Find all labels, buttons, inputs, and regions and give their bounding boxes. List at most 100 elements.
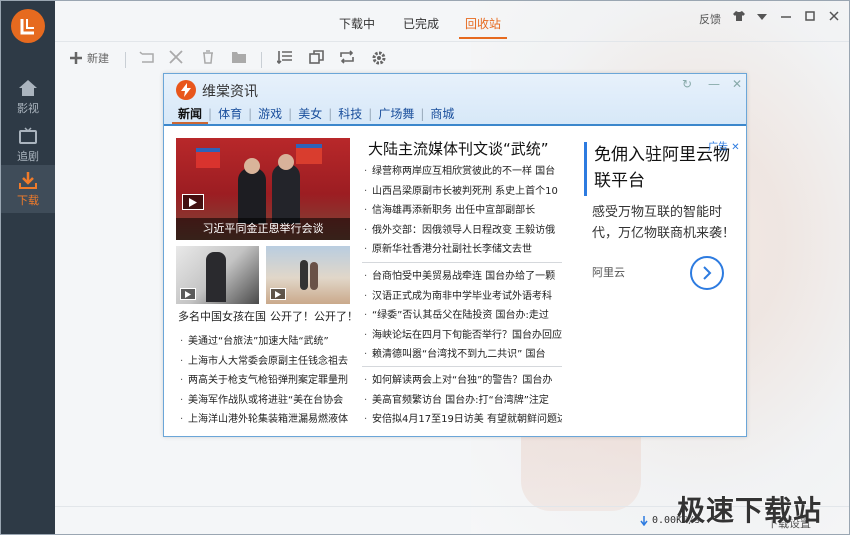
person-silhouette	[206, 252, 226, 302]
minimize-icon[interactable]	[781, 11, 791, 24]
new-task-label: 新建	[87, 52, 109, 65]
list-sort-icon	[277, 51, 292, 64]
maximize-icon[interactable]	[805, 11, 815, 24]
x-icon	[169, 50, 183, 64]
list-item[interactable]: 美通过“台旅法”加速大陆“武统”	[178, 332, 358, 352]
refresh-button[interactable]	[339, 50, 355, 64]
arrow-down-icon	[640, 515, 648, 526]
list-item[interactable]: 上海市人大常委会原副主任钱念祖去	[178, 352, 358, 372]
menu-dropdown-icon[interactable]	[757, 11, 767, 24]
list-item[interactable]: 山西吕梁原副市长被判死刑 系史上首个10	[362, 182, 562, 202]
ad-block[interactable]: 免佣入驻阿里云物联平台 广告 ✕ 感受万物互联的智能时代，万亿物联商机来袭！ 阿…	[584, 142, 744, 362]
home-icon	[19, 79, 37, 96]
popup-nav: 新闻 | 体育 | 游戏 | 美女 | 科技 | 广场舞 | 商城	[172, 106, 460, 124]
nav-games[interactable]: 游戏	[252, 106, 288, 124]
nav-square-dance[interactable]: 广场舞	[372, 106, 420, 124]
toolbar: 新建	[55, 41, 849, 77]
thumbnail-caption[interactable]: 多名中国女孩在国	[178, 308, 266, 324]
news-list-right-1: 绿营称两岸应互相欣赏彼此的不一样 国台 山西吕梁原副市长被判死刑 系史上首个10…	[362, 162, 562, 260]
sidebar-item-download[interactable]: 下载	[1, 165, 55, 213]
ad-accent-bar	[584, 142, 587, 196]
ad-close-icon[interactable]: ✕	[731, 142, 739, 153]
copy-button[interactable]	[309, 50, 325, 64]
nav-beauty[interactable]: 美女	[292, 106, 328, 124]
sidebar-item-label: 追剧	[17, 149, 39, 163]
popup-header: 维棠资讯 ↻ — ✕ 新闻 | 体育 | 游戏 | 美女 | 科技 | 广场舞 …	[164, 74, 746, 126]
person-silhouette	[310, 262, 318, 290]
list-item[interactable]: 绿营称两岸应互相欣赏彼此的不一样 国台	[362, 162, 562, 182]
list-item[interactable]: 安倍拟4月17至19日访美 有望就朝鲜问题达	[362, 410, 562, 430]
headline[interactable]: 大陆主流媒体刊文谈“武统”	[368, 138, 549, 159]
list-item[interactable]: 俄外交部：因俄领导人日程改变 王毅访俄	[362, 221, 562, 241]
gear-icon	[372, 51, 386, 65]
nav-mall[interactable]: 商城	[424, 106, 460, 124]
chevron-right-icon[interactable]	[690, 256, 724, 290]
new-task-button[interactable]: 新建	[69, 50, 109, 66]
list-item[interactable]: 信海雄再添新职务 出任中宣部副部长	[362, 201, 562, 221]
nav-tech[interactable]: 科技	[332, 106, 368, 124]
news-list-left: 美通过“台旅法”加速大陆“武统” 上海市人大常委会原副主任钱念祖去 两高关于枪支…	[178, 332, 358, 430]
list-item[interactable]: 两高关于枪支气枪铅弹刑案定罪量刑	[178, 371, 358, 391]
sidebar-item-label: 下载	[17, 193, 39, 207]
list-item[interactable]: 上海洋山港外轮集装箱泄漏易燃液体	[178, 410, 358, 430]
popup-minimize-icon[interactable]: —	[708, 77, 720, 91]
repeat-icon	[340, 50, 354, 64]
nav-sports[interactable]: 体育	[212, 106, 248, 124]
copy-icon	[309, 50, 324, 64]
face-shape	[278, 154, 294, 170]
play-icon[interactable]	[270, 288, 286, 300]
play-icon[interactable]	[182, 194, 204, 210]
list-divider	[362, 262, 562, 263]
person-silhouette	[300, 260, 308, 290]
main-news-photo[interactable]: 习近平同金正恩举行会谈	[176, 138, 350, 240]
thumbnail-photo[interactable]	[176, 246, 259, 304]
skin-shirt-icon[interactable]	[733, 11, 745, 24]
open-folder-button[interactable]	[231, 50, 247, 64]
play-icon[interactable]	[180, 288, 196, 300]
news-list-right-3: 如何解读两会上对“台独”的警告？国台办 美高官频繁访台 国台办:打“台湾牌”注定…	[362, 371, 562, 430]
sidebar-item-movies[interactable]: 影视	[1, 73, 55, 121]
settings-button[interactable]	[371, 50, 387, 66]
delete-button[interactable]	[169, 50, 183, 64]
download-icon	[19, 171, 37, 189]
news-popup: 维棠资讯 ↻ — ✕ 新闻 | 体育 | 游戏 | 美女 | 科技 | 广场舞 …	[163, 73, 747, 437]
feedback-link[interactable]: 反馈	[699, 11, 721, 27]
tv-icon	[19, 126, 37, 144]
list-item[interactable]: 赖清德叫嚣“台湾找不到九二共识” 国台	[362, 345, 562, 365]
trash-icon	[203, 50, 213, 64]
list-item[interactable]: 美海军作战队或将进驻“美在台协会	[178, 391, 358, 411]
tab-recycle-bin[interactable]: 回收站	[459, 15, 508, 39]
list-item[interactable]: 原新华社香港分社副社长李储文去世	[362, 240, 562, 260]
plus-icon	[70, 52, 82, 64]
sidebar: 影视 追剧 下载	[1, 1, 55, 534]
list-item[interactable]: 美高官频繁访台 国台办:打“台湾牌”注定	[362, 391, 562, 411]
main-photo-caption: 习近平同金正恩举行会谈	[176, 218, 350, 240]
thumbnail-caption[interactable]: 公开了！公开了！	[270, 308, 358, 324]
nav-news[interactable]: 新闻	[172, 106, 209, 124]
sort-button[interactable]	[277, 50, 293, 64]
restore-button[interactable]	[139, 50, 155, 64]
app-window: 影视 追剧 下载 下载中 已完成 回收站 反馈 新建 0.00KB/s 下载设置…	[0, 0, 850, 535]
list-item[interactable]: 海峡论坛在四月下旬能否举行？国台办回应	[362, 326, 562, 346]
sidebar-item-series[interactable]: 追剧	[1, 121, 55, 169]
trash-button[interactable]	[201, 50, 215, 64]
list-item[interactable]: 台商怕受中美贸易战牵连 国台办给了一颗	[362, 267, 562, 287]
ad-label-text: 广告	[708, 142, 728, 153]
thumbnail-photo[interactable]	[266, 246, 350, 304]
person-silhouette	[238, 168, 266, 224]
top-bar: 下载中 已完成 回收站 反馈	[55, 1, 849, 41]
list-item[interactable]: 如何解读两会上对“台独”的警告？国台办	[362, 371, 562, 391]
watermark-text: 极速下载站	[677, 494, 823, 527]
sidebar-item-label: 影视	[17, 101, 39, 115]
ad-description: 感受万物互联的智能时代，万亿物联商机来袭！	[592, 205, 736, 241]
popup-refresh-icon[interactable]: ↻	[682, 77, 692, 91]
flag-shape	[296, 144, 322, 164]
tab-completed[interactable]: 已完成	[403, 15, 439, 39]
popup-close-icon[interactable]: ✕	[732, 77, 742, 91]
close-icon[interactable]	[829, 11, 839, 24]
list-item[interactable]: “绿委”否认其岳父在陆投资 国台办:走过	[362, 306, 562, 326]
news-list-right-2: 台商怕受中美贸易战牵连 国台办给了一颗 汉语正式成为南非中学毕业考试外语考科 “…	[362, 267, 562, 365]
tab-downloading[interactable]: 下载中	[339, 15, 375, 39]
list-item[interactable]: 汉语正式成为南非中学毕业考试外语考科	[362, 287, 562, 307]
popup-title: 维棠资讯	[202, 84, 258, 100]
